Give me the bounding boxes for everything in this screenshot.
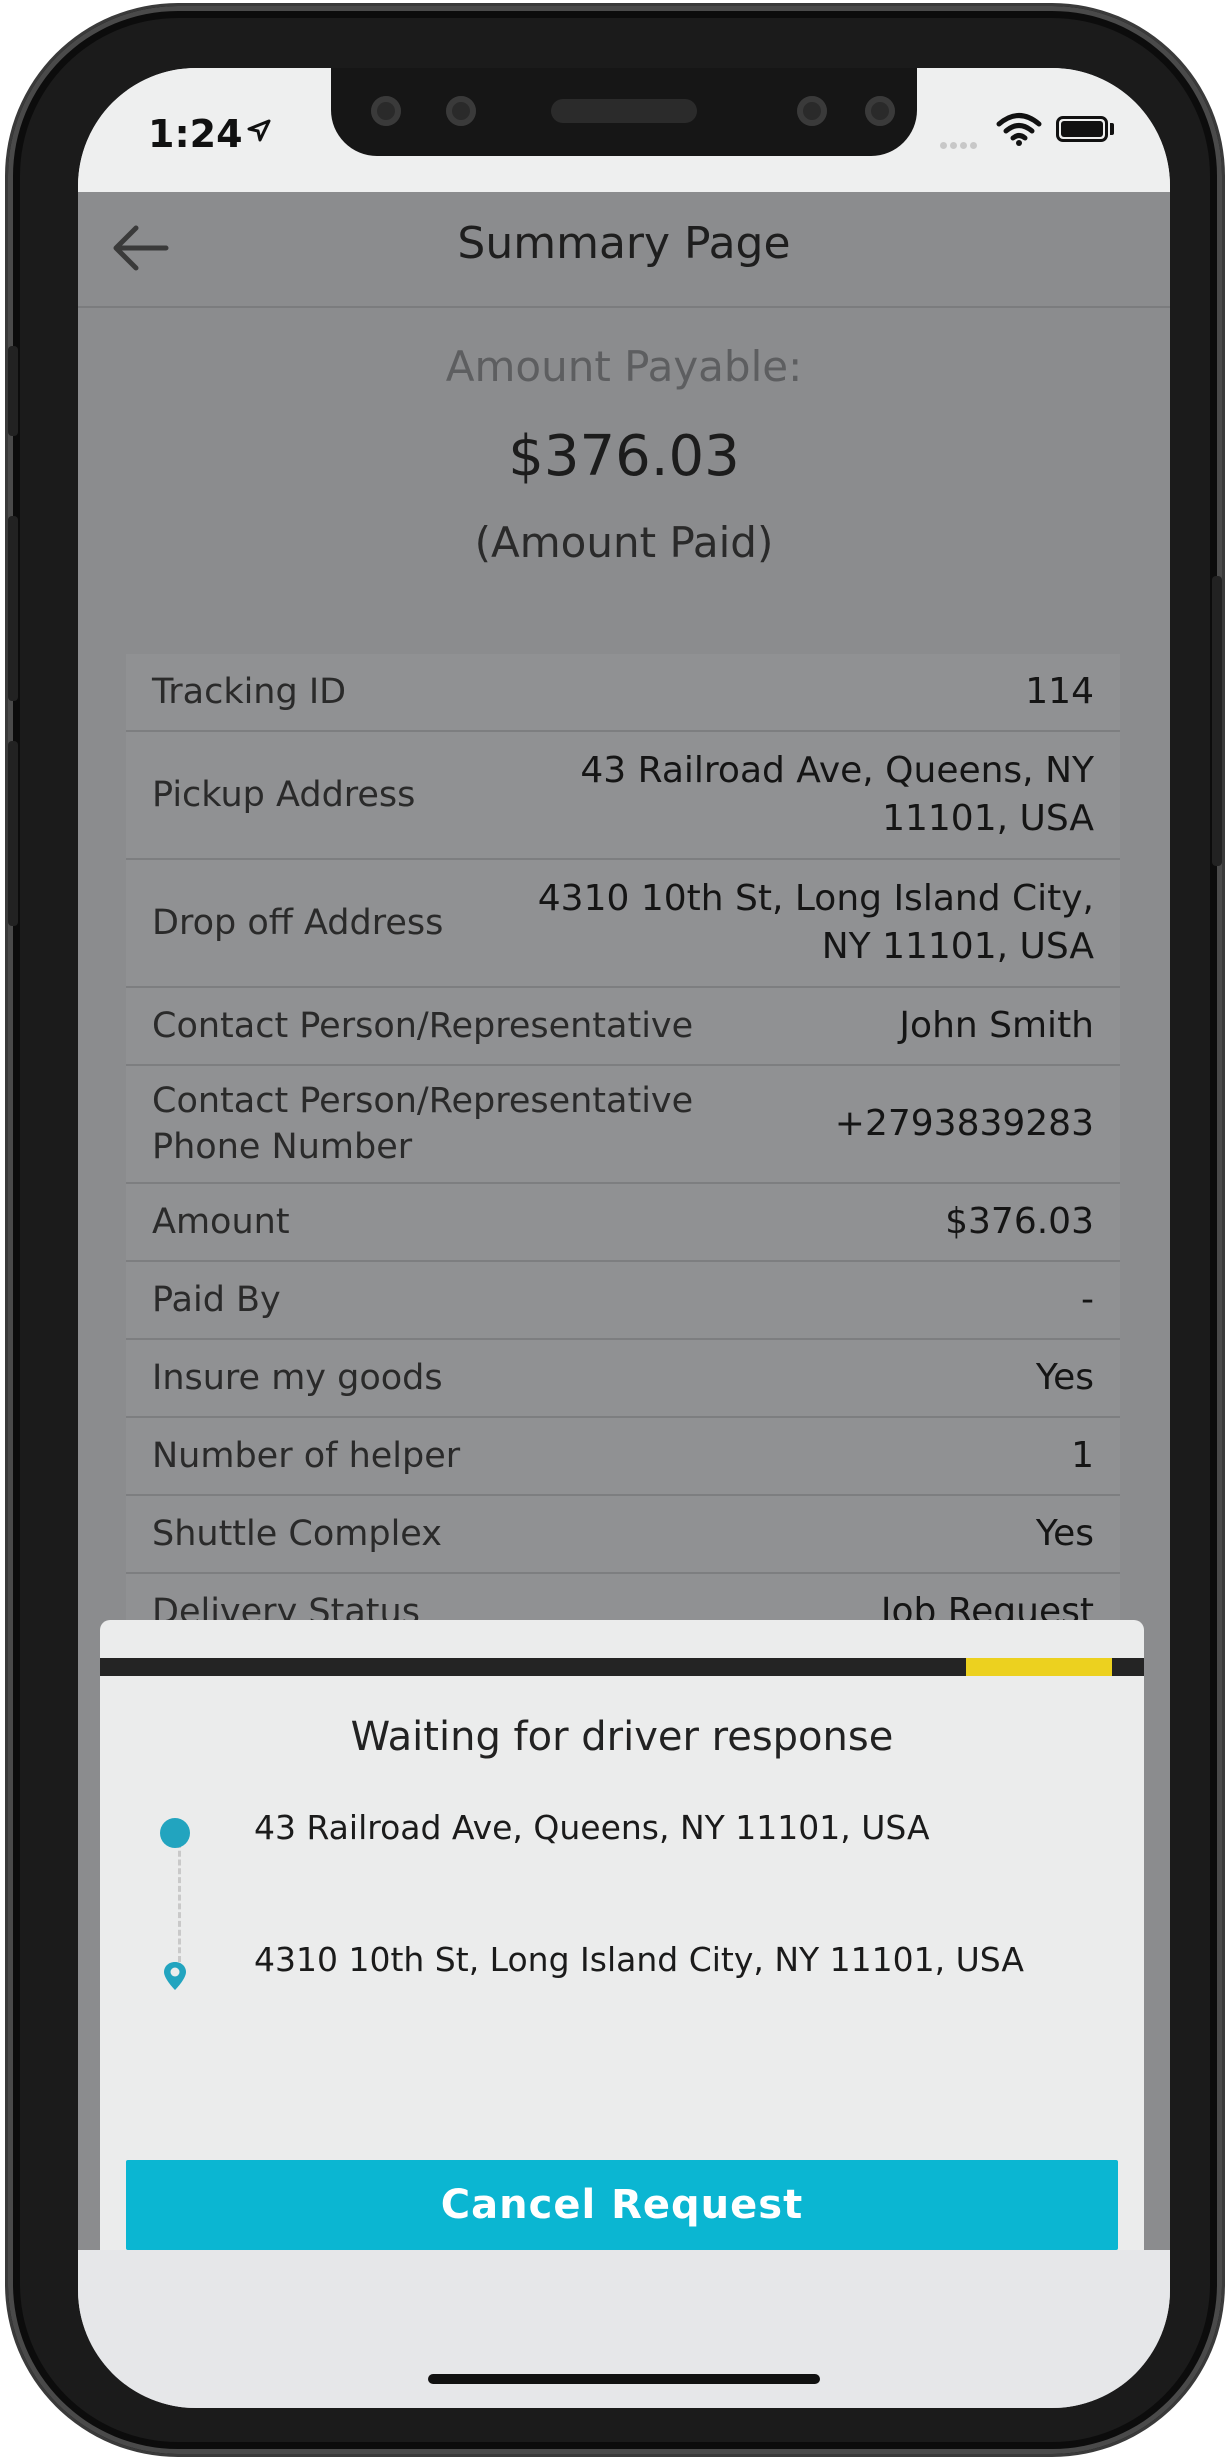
pickup-address-text: 43 Railroad Ave, Queens, NY 11101, USA: [254, 1808, 930, 1847]
detail-row-pickup-address: Pickup Address 43 Railroad Ave, Queens, …: [126, 732, 1120, 860]
location-arrow-icon: [247, 119, 271, 142]
detail-label: Tracking ID: [152, 672, 347, 712]
route-connector-line: [178, 1842, 183, 1962]
detail-label: Contact Person/Representative Phone Numb…: [152, 1078, 693, 1170]
amount-payable-label: Amount Payable:: [445, 342, 803, 391]
detail-value-line: 4310 10th St, Long Island City,: [537, 878, 1094, 919]
driver-response-sheet: Waiting for driver response 43 Railroad …: [100, 1620, 1144, 2250]
detail-label-line: Phone Number: [152, 1127, 413, 1167]
detail-row-contact-phone: Contact Person/Representative Phone Numb…: [126, 1066, 1120, 1184]
detail-label: Contact Person/Representative: [152, 1006, 694, 1046]
detail-row-contact-person: Contact Person/Representative John Smith: [126, 988, 1120, 1066]
status-bar: 1:24: [78, 68, 1170, 192]
detail-value: Yes: [1035, 1357, 1094, 1398]
detail-value-line: 43 Railroad Ave, Queens, NY: [580, 750, 1094, 791]
cellular-signal-icon: [940, 134, 980, 153]
power-button: [1212, 576, 1222, 866]
detail-row-insure-goods: Insure my goods Yes: [126, 1340, 1120, 1418]
detail-label: Paid By: [152, 1280, 281, 1320]
order-details-table: Tracking ID 114 Pickup Address 43 Railro…: [126, 654, 1120, 1652]
detail-label: Shuttle Complex: [152, 1514, 442, 1554]
sensor-icon: [371, 96, 401, 126]
detail-row-dropoff-address: Drop off Address 4310 10th St, Long Isla…: [126, 860, 1120, 988]
page-title: Summary Page: [457, 218, 791, 269]
detail-value: 1: [1071, 1435, 1094, 1476]
detail-row-tracking-id: Tracking ID 114: [126, 654, 1120, 732]
app-header: Summary Page: [78, 192, 1170, 308]
silent-switch: [8, 346, 18, 436]
home-area: [78, 2250, 1170, 2408]
volume-down-button: [8, 741, 18, 926]
status-time: 1:24: [148, 112, 243, 156]
dropoff-pin-icon: [164, 1962, 186, 1990]
detail-row-number-of-helper: Number of helper 1: [126, 1418, 1120, 1496]
detail-label-line: Contact Person/Representative: [152, 1081, 694, 1121]
camera-icon: [797, 96, 827, 126]
detail-value: 114: [1025, 671, 1094, 712]
amount-payable-value: $376.03: [508, 424, 740, 489]
detail-row-shuttle-complex: Shuttle Complex Yes: [126, 1496, 1120, 1574]
speaker-grille: [551, 99, 697, 123]
detail-label: Drop off Address: [152, 903, 444, 943]
sensor-icon: [446, 96, 476, 126]
dropoff-address-text: 4310 10th St, Long Island City, NY 11101…: [254, 1940, 1024, 1979]
notch: [331, 68, 917, 156]
detail-label: Amount: [152, 1202, 290, 1242]
home-indicator[interactable]: [428, 2374, 820, 2384]
detail-label: Pickup Address: [152, 775, 416, 815]
detail-value: 43 Railroad Ave, Queens, NY 11101, USA: [580, 747, 1094, 843]
waiting-progress-fill: [966, 1658, 1112, 1676]
detail-value: 4310 10th St, Long Island City, NY 11101…: [538, 875, 1094, 971]
detail-value-line: 11101, USA: [882, 798, 1094, 839]
detail-label: Number of helper: [152, 1436, 461, 1476]
detail-value: John Smith: [899, 1005, 1094, 1046]
sensor-icon: [865, 96, 895, 126]
phone-frame: 1:24 Summary Page Amount Payable: $376.0…: [8, 6, 1222, 2454]
volume-up-button: [8, 516, 18, 701]
screen: 1:24 Summary Page Amount Payable: $376.0…: [78, 68, 1170, 2408]
cancel-request-button[interactable]: Cancel Request: [126, 2160, 1118, 2250]
battery-icon: [1056, 116, 1108, 142]
waiting-progress-bar: [100, 1658, 1144, 1676]
detail-value: +2793839283: [834, 1103, 1094, 1144]
detail-value: $376.03: [945, 1201, 1094, 1242]
sheet-title: Waiting for driver response: [350, 1714, 894, 1760]
detail-value: -: [1081, 1279, 1094, 1320]
detail-row-amount: Amount $376.03: [126, 1184, 1120, 1262]
detail-value: Yes: [1035, 1513, 1094, 1554]
battery-tip: [1110, 123, 1114, 135]
amount-paid-note: (Amount Paid): [474, 518, 774, 567]
pickup-dot-icon: [160, 1818, 190, 1848]
detail-row-paid-by: Paid By -: [126, 1262, 1120, 1340]
wifi-icon: [996, 113, 1042, 146]
detail-label: Insure my goods: [152, 1358, 443, 1398]
detail-value-line: NY 11101, USA: [821, 926, 1094, 967]
